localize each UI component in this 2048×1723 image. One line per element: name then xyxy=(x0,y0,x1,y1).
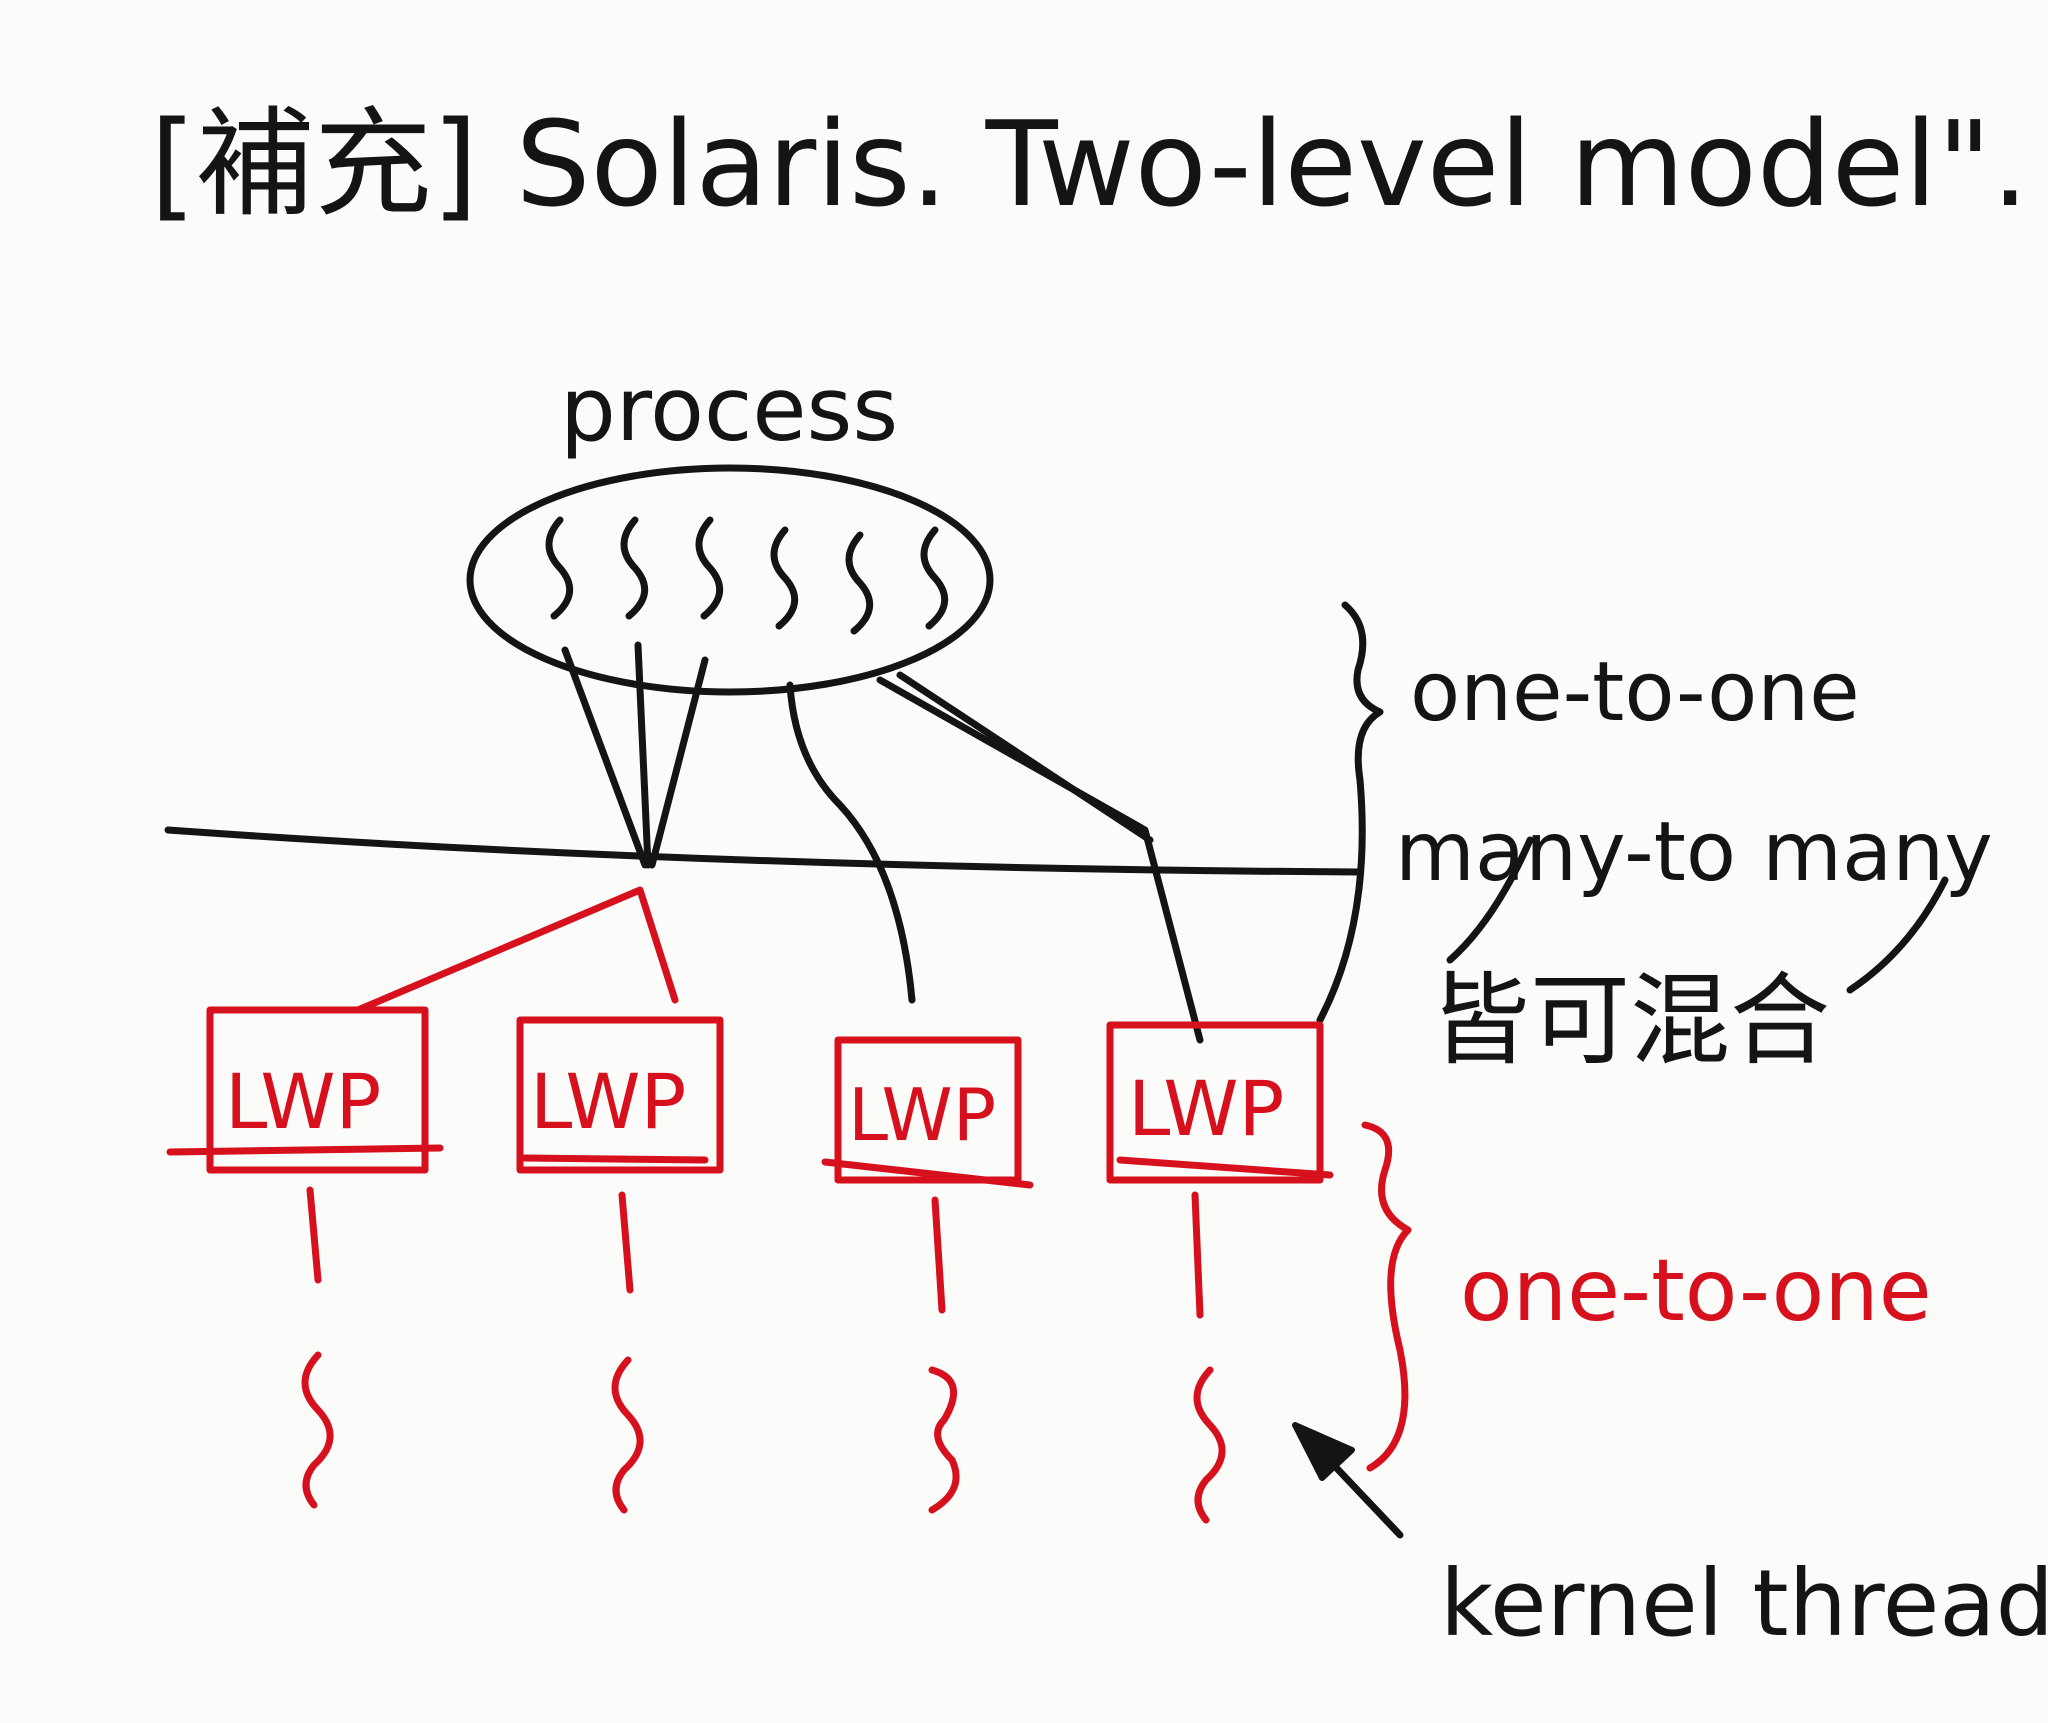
kernel-thread-1 xyxy=(301,1351,334,1509)
lwp-label-3: LWP xyxy=(848,1073,996,1157)
mapping-line-e1 xyxy=(876,676,1204,1044)
lwp-split-connector xyxy=(354,886,679,1014)
kernel-thread-4 xyxy=(1193,1366,1226,1524)
label-many-to-many: many-to many xyxy=(1395,805,1993,900)
label-one-to-one-lower: one-to-one xyxy=(1460,1241,1932,1341)
kernel-threads xyxy=(301,1351,1226,1524)
label-one-to-one-upper: one-to-one xyxy=(1410,645,1860,740)
lwp-base-2 xyxy=(521,1154,709,1164)
user-thread-2 xyxy=(620,516,648,620)
process-label: process xyxy=(560,358,898,461)
process-ellipse xyxy=(466,464,994,696)
mapping-line-b xyxy=(634,641,652,869)
kernel-thread-2 xyxy=(611,1356,644,1514)
thread-mapping-lines xyxy=(561,641,1204,1044)
lwp-stem-1 xyxy=(306,1186,322,1284)
label-kernel-thread: kernel thread. xyxy=(1440,1550,2048,1657)
mapping-line-e2 xyxy=(896,671,1154,844)
diagram-canvas: [補充] Solaris. Two-level model". process … xyxy=(150,95,2048,1657)
mapping-line-d xyxy=(786,681,916,1004)
lwp-stem-4 xyxy=(1191,1191,1204,1319)
user-thread-4 xyxy=(770,526,798,630)
upper-bracket xyxy=(1316,601,1384,1024)
user-thread-5 xyxy=(845,531,873,635)
kernel-arrow-head xyxy=(1292,1422,1355,1481)
kernel-thread-3 xyxy=(928,1366,960,1514)
diagram-title: [補充] Solaris. Two-level model". xyxy=(150,95,2029,233)
user-threads xyxy=(545,516,948,635)
lwp-4: LWP xyxy=(1106,1021,1334,1184)
user-kernel-boundary xyxy=(164,826,1362,876)
lwp-label-4: LWP xyxy=(1128,1064,1284,1153)
label-all-mixable: 皆可混合 xyxy=(1430,962,1830,1079)
user-thread-6 xyxy=(920,526,948,630)
lwp-label-2: LWP xyxy=(530,1057,686,1146)
lwp-base-1 xyxy=(166,1144,444,1156)
lwp-1: LWP xyxy=(166,1006,444,1174)
lwp-base-4 xyxy=(1116,1156,1334,1179)
user-thread-1 xyxy=(545,516,573,620)
lwp-stems xyxy=(306,1186,1204,1319)
lwp-label-1: LWP xyxy=(225,1057,381,1146)
lwp-3: LWP xyxy=(821,1036,1034,1189)
user-thread-3 xyxy=(695,516,723,620)
lower-bracket xyxy=(1361,1121,1412,1472)
lwp-stem-2 xyxy=(618,1191,634,1294)
lwp-2: LWP xyxy=(516,1016,724,1174)
lwp-stem-3 xyxy=(931,1196,946,1314)
